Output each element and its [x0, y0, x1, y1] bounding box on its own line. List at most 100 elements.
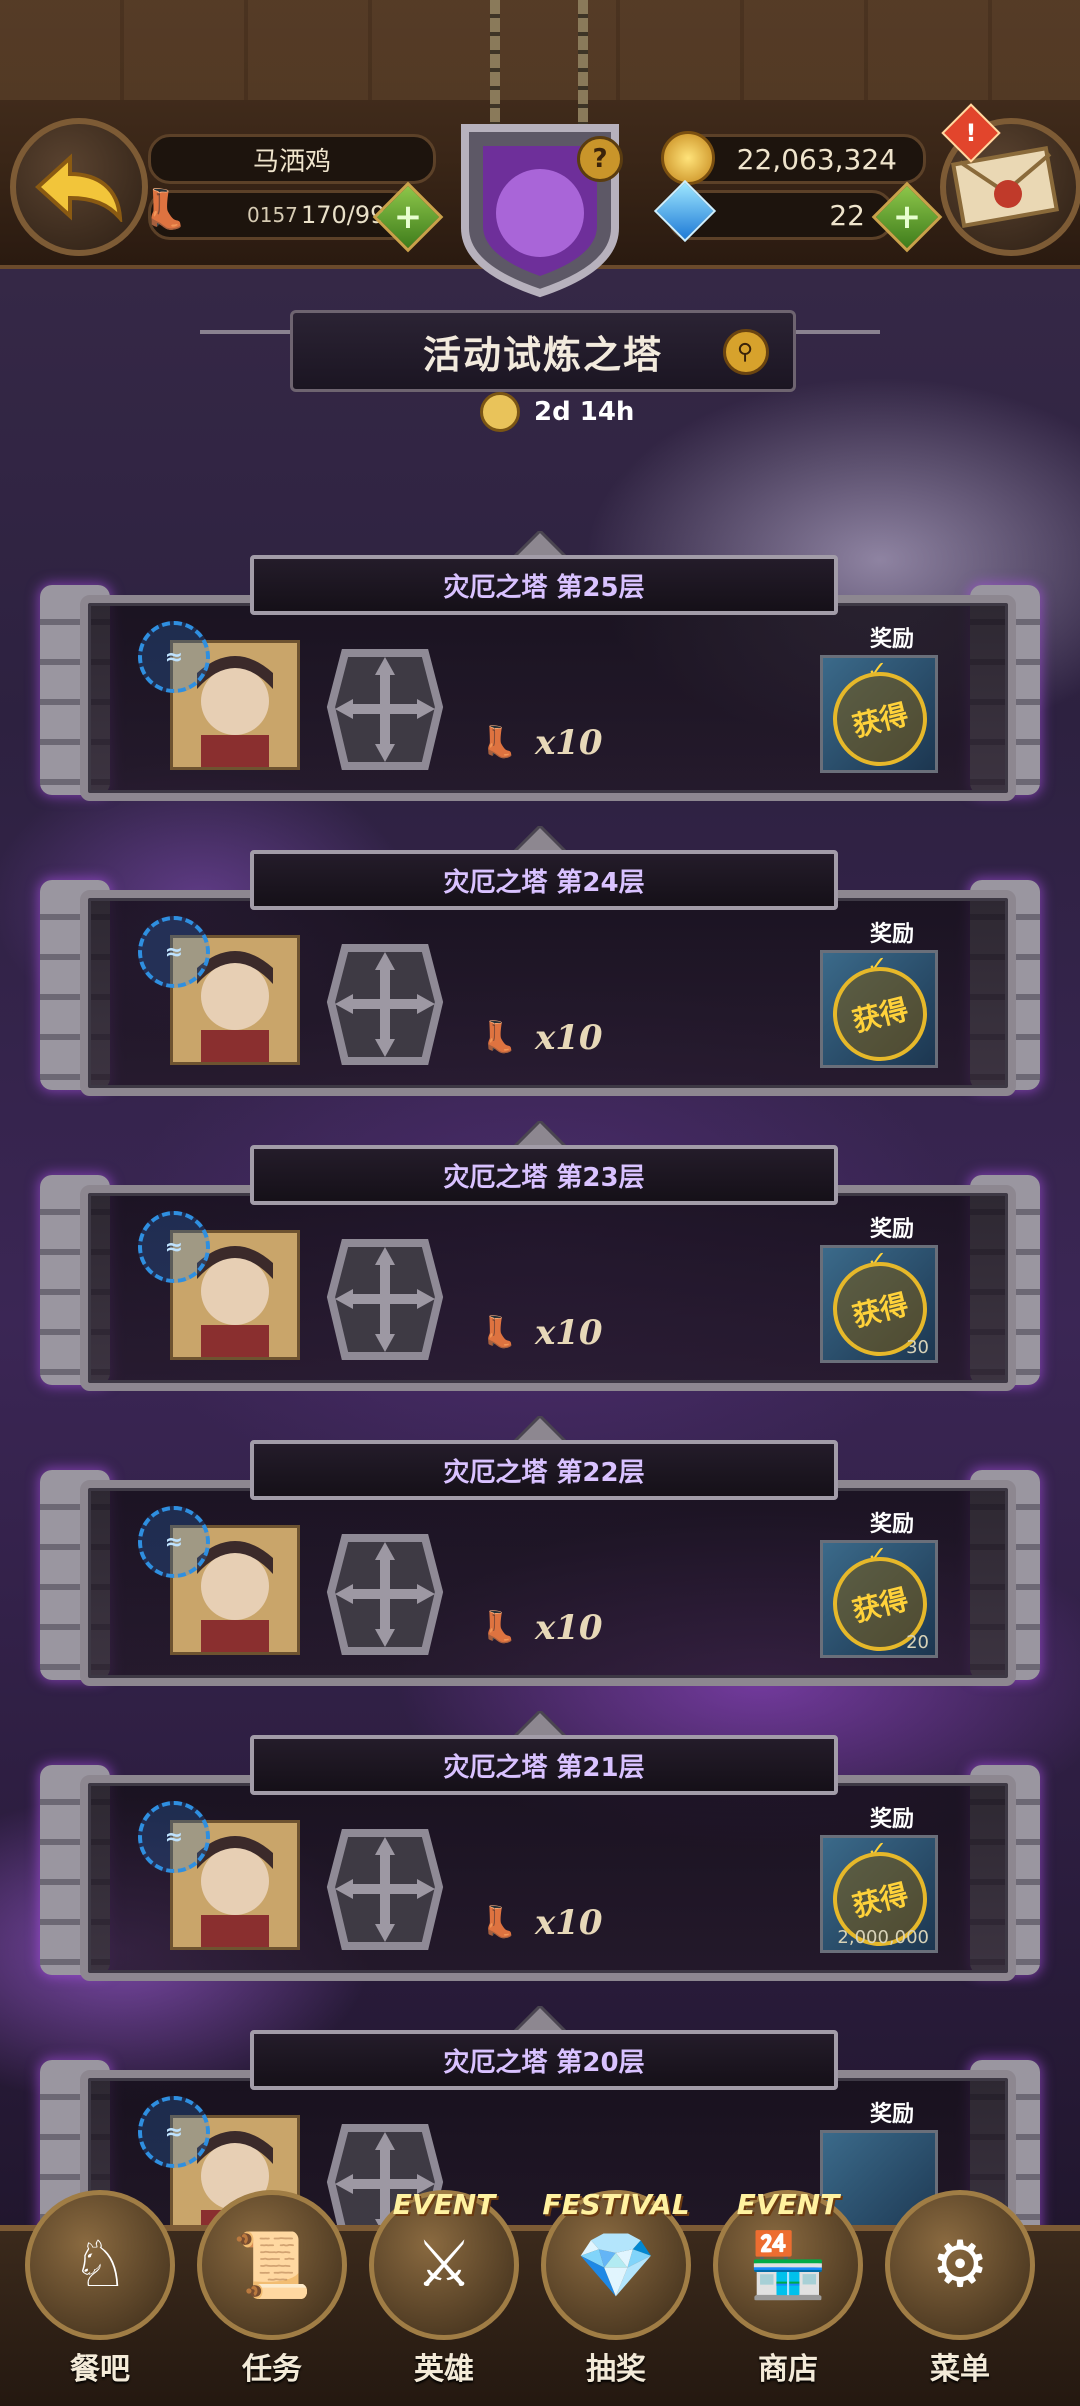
- nav-label: 商店: [758, 2352, 818, 2387]
- nav-label: 英雄: [414, 2352, 474, 2387]
- floor-badge: ≈: [138, 916, 210, 988]
- nav-label: 菜单: [930, 2352, 990, 2387]
- search-icon[interactable]: ⚲: [723, 329, 769, 375]
- floor-name: 灾厄之塔 第25层: [443, 572, 645, 603]
- nav-hero-helmet[interactable]: ⚔ EVENT 英雄: [369, 2188, 519, 2400]
- stamina-cost: x10: [535, 1018, 603, 1058]
- reward-box[interactable]: ✓ 获得: [820, 655, 938, 773]
- event-title-plate: 活动试炼之塔 ⚲: [290, 310, 796, 392]
- quest-scroll-icon: 📜: [197, 2190, 347, 2340]
- gold-coin-icon: [661, 131, 715, 185]
- stamina-cost: x10: [535, 1903, 603, 1943]
- floor-badge: ≈: [138, 2096, 210, 2168]
- gear-icon: ⚙: [885, 2190, 1035, 2340]
- reward-box[interactable]: ✓ 获得: [820, 950, 938, 1068]
- claimed-text: 获得: [849, 1877, 912, 1924]
- floor-card-3[interactable]: 灾厄之塔 第23层 ≈ 👢 x10 奖励 ✓ 获得 30: [40, 1121, 1040, 1400]
- reward-amount: 30: [906, 1337, 929, 1358]
- stamina-cost: x10: [535, 1313, 603, 1353]
- floor-name-plate: 灾厄之塔 第22层: [250, 1440, 838, 1500]
- floor-name: 灾厄之塔 第21层: [443, 1752, 645, 1783]
- floor-name-plate: 灾厄之塔 第21层: [250, 1735, 838, 1795]
- stamina-shoe-icon: 👢: [480, 1610, 518, 1645]
- locked-slot-icon: [326, 1829, 444, 1950]
- back-arrow-icon: [35, 153, 123, 222]
- time-left: 2d 14h: [534, 397, 635, 427]
- mail-button[interactable]: !: [940, 103, 1080, 256]
- floor-badge: ≈: [138, 1801, 210, 1873]
- nav-gear[interactable]: ⚙ 菜单: [885, 2190, 1035, 2400]
- nav-event-tag: EVENT: [736, 2188, 840, 2221]
- floor-name: 灾厄之塔 第24层: [443, 867, 645, 898]
- stamina-shoe-icon: 👢: [480, 1020, 518, 1055]
- reward-label: 奖励: [870, 1807, 915, 1832]
- nav-event-tag: EVENT: [392, 2188, 496, 2221]
- stamina-shoe-icon: 👢: [141, 187, 189, 231]
- floor-card-5[interactable]: 灾厄之塔 第21层 ≈ 👢 x10 奖励 ✓ 获得 2,000,000: [40, 1711, 1040, 1990]
- claimed-text: 获得: [849, 697, 912, 744]
- claimed-stamp: 获得: [823, 662, 935, 770]
- back-button[interactable]: [10, 118, 148, 256]
- floor-name-plate: 灾厄之塔 第24层: [250, 850, 838, 910]
- floor-name-plate: 灾厄之塔 第25层: [250, 555, 838, 615]
- player-name: 马洒鸡: [252, 146, 331, 177]
- stamina-shoe-icon: 👢: [480, 1315, 518, 1350]
- floor-name-plate: 灾厄之塔 第23层: [250, 1145, 838, 1205]
- nav-label: 任务: [242, 2352, 302, 2387]
- floor-name: 灾厄之塔 第22层: [443, 1457, 645, 1488]
- nav-label: 餐吧: [70, 2352, 130, 2387]
- reward-box[interactable]: ✓ 获得 20: [820, 1540, 938, 1658]
- wood-beam: [0, 0, 1080, 100]
- nav-quest-scroll[interactable]: 📜 任务: [197, 2190, 347, 2400]
- floor-badge: ≈: [138, 1506, 210, 1578]
- floor-card-4[interactable]: 灾厄之塔 第22层 ≈ 👢 x10 奖励 ✓ 获得 20: [40, 1416, 1040, 1695]
- floor-card-2[interactable]: 灾厄之塔 第24层 ≈ 👢 x10 奖励 ✓ 获得: [40, 826, 1040, 1105]
- claimed-text: 获得: [849, 992, 912, 1039]
- floor-name: 灾厄之塔 第23层: [443, 1162, 645, 1193]
- floor-name-plate: 灾厄之塔 第20层: [250, 2030, 838, 2090]
- nav-event-tag: FESTIVAL: [542, 2188, 690, 2221]
- reward-label: 奖励: [870, 922, 915, 947]
- reward-amount: 2,000,000: [837, 1927, 929, 1948]
- stamina-timer: 0157: [247, 203, 298, 227]
- nav-crystal[interactable]: 💎 FESTIVAL 抽奖: [541, 2188, 691, 2400]
- claimed-stamp: 获得: [823, 957, 935, 1065]
- locked-slot-icon: [326, 944, 444, 1065]
- gem-amount: 22: [829, 198, 865, 232]
- locked-slot-icon: [326, 649, 444, 770]
- gold-box: 22,063,324: [661, 131, 926, 185]
- floor-badge: ≈: [138, 1211, 210, 1283]
- stamina-shoe-icon: 👢: [480, 725, 518, 760]
- stamina-shoe-icon: 👢: [480, 1905, 518, 1940]
- gem-box: 22: [653, 179, 894, 243]
- locked-slot-icon: [326, 1239, 444, 1360]
- event-timer: 2d 14h: [480, 392, 634, 432]
- reward-label: 奖励: [870, 1512, 915, 1537]
- claimed-text: 获得: [849, 1287, 912, 1334]
- floor-name: 灾厄之塔 第20层: [443, 2047, 645, 2078]
- reward-label: 奖励: [870, 2102, 915, 2127]
- gold-amount: 22,063,324: [736, 142, 897, 176]
- claimed-text: 获得: [849, 1582, 912, 1629]
- floor-badge: ≈: [138, 621, 210, 693]
- tower-emblem: ?: [445, 118, 635, 298]
- player-name-box: 马洒鸡: [148, 134, 436, 184]
- nav-label: 抽奖: [586, 2352, 646, 2387]
- tavern-icon: ♘: [25, 2190, 175, 2340]
- event-title: 活动试炼之塔: [422, 332, 663, 377]
- reward-box[interactable]: ✓ 获得 30: [820, 1245, 938, 1363]
- nav-tavern[interactable]: ♘ 餐吧: [25, 2190, 175, 2400]
- floor-card-1[interactable]: 灾厄之塔 第25层 ≈ 👢 x10 奖励 ✓ 获得: [40, 531, 1040, 810]
- reward-label: 奖励: [870, 627, 915, 652]
- stamina-cost: x10: [535, 723, 603, 763]
- title-wing-left: [200, 330, 300, 364]
- reward-amount: 20: [906, 1632, 929, 1653]
- reward-box[interactable]: ✓ 获得 2,000,000: [820, 1835, 938, 1953]
- stamina-cost: x10: [535, 1608, 603, 1648]
- locked-slot-icon: [326, 1534, 444, 1655]
- nav-shop[interactable]: 🏪 EVENT 商店: [713, 2188, 863, 2400]
- help-button[interactable]: ?: [577, 136, 623, 182]
- reward-label: 奖励: [870, 1217, 915, 1242]
- mail-alert-text: !: [965, 119, 977, 147]
- clock-icon: [480, 392, 520, 432]
